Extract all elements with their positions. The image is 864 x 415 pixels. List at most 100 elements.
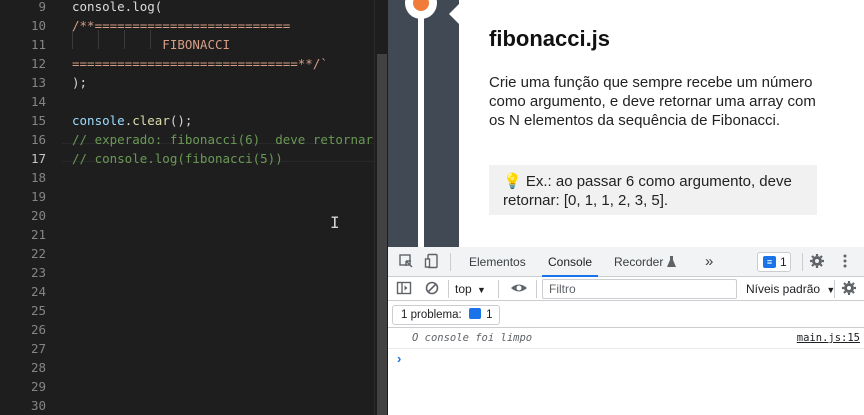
line-number: 15 — [30, 113, 46, 128]
code-editor[interactable]: 9 10 11 12 13 14 15 16 17 18 19 20 21 22 23 24 25 26 27 28 2… — [0, 0, 388, 415]
line-number: 17 — [30, 151, 46, 166]
issues-label: 1 problema: — [401, 309, 462, 321]
timeline-rail — [418, 0, 424, 247]
toolbar-divider — [834, 280, 835, 298]
tab-console[interactable]: Console — [542, 247, 599, 277]
timeline-node-dot — [411, 0, 431, 13]
live-expression-eye-icon[interactable] — [510, 280, 528, 298]
code-line: console.clear(); — [72, 111, 192, 130]
code-token: ); — [72, 75, 88, 90]
exercise-title: fibonacci.js — [489, 26, 611, 51]
code-token: /**========================== — [72, 18, 291, 33]
devtools-tabbar: Elementos Console Recorder » ≡ 1 — [388, 247, 864, 277]
line-number: 10 — [30, 18, 46, 33]
code-line: FIBONACCI — [72, 35, 230, 54]
code-token: // experado: fibonacci(6) deve retornar … — [72, 132, 388, 147]
code-line: console.log( — [72, 0, 162, 16]
device-toolbar-icon[interactable] — [423, 253, 441, 271]
message-icon — [468, 308, 481, 319]
messages-badge[interactable]: ≡ 1 — [757, 252, 791, 272]
console-message-source-link[interactable]: main.js:15 — [797, 332, 860, 344]
sidebar-toggle-icon[interactable] — [395, 280, 413, 298]
line-number: 16 — [30, 132, 46, 147]
code-token: FIBONACCI — [72, 37, 231, 52]
line-number: 27 — [30, 341, 46, 356]
code-line: ); — [72, 73, 87, 92]
message-icon: ≡ — [763, 256, 776, 268]
line-number: 18 — [30, 170, 46, 185]
text-cursor-icon: I — [330, 213, 340, 232]
preview-pane: fibonacci.js Crie uma função que sempre … — [388, 0, 864, 247]
tab-recorder-label: Recorder — [614, 255, 664, 269]
line-number: 21 — [30, 227, 46, 242]
tab-recorder[interactable]: Recorder — [608, 247, 682, 277]
line-number: 9 — [38, 0, 46, 14]
editor-scrollbar[interactable] — [374, 0, 388, 415]
context-value: top — [455, 282, 472, 296]
exercise-example: 💡 Ex.: ao passar 6 como argumento, deve … — [489, 165, 817, 215]
line-number: 14 — [30, 94, 46, 109]
filter-input[interactable] — [542, 279, 737, 299]
line-number: 20 — [30, 208, 46, 223]
example-text: Ex.: ao passar 6 como argumento, deve re… — [503, 173, 792, 209]
console-toolbar: top ▼ Níveis padrão ▼ — [388, 277, 864, 301]
message-count: 1 — [780, 255, 787, 269]
issues-bar: 1 problema: 1 — [388, 302, 864, 328]
line-number: 19 — [30, 189, 46, 204]
indent-guide — [72, 30, 73, 49]
lightbulb-icon: 💡 — [503, 173, 522, 190]
code-token: (); — [169, 113, 193, 128]
exercise-card: fibonacci.js Crie uma função que sempre … — [459, 0, 864, 247]
console-message-text: O console foi limpo — [412, 332, 533, 344]
inspect-element-icon[interactable] — [397, 253, 415, 271]
code-token: console — [72, 113, 125, 128]
code-line: // experado: fibonacci(6) deve retornar … — [72, 130, 388, 149]
more-tabs-icon[interactable]: » — [699, 247, 719, 277]
line-number: 30 — [30, 398, 46, 413]
toolbar-divider — [498, 280, 499, 298]
line-number: 25 — [30, 303, 46, 318]
line-number: 13 — [30, 75, 46, 90]
issues-button[interactable]: 1 problema: 1 — [392, 305, 500, 325]
toolbar-divider — [802, 253, 803, 271]
gear-icon[interactable] — [808, 253, 826, 271]
code-token: ==============================**/` — [72, 56, 328, 71]
tab-elements[interactable]: Elementos — [463, 247, 532, 277]
line-number: 26 — [30, 322, 46, 337]
line-number: 29 — [30, 379, 46, 394]
editor-scrollbar-thumb[interactable] — [377, 54, 387, 415]
line-number: 24 — [30, 284, 46, 299]
toolbar-divider — [450, 253, 451, 271]
timeline-node — [405, 0, 437, 19]
context-select[interactable]: top ▼ — [455, 279, 486, 299]
clear-console-icon[interactable] — [423, 280, 441, 298]
code-token: clear — [132, 113, 170, 128]
indent-guide — [124, 30, 125, 49]
line-number: 22 — [30, 246, 46, 261]
log-levels-label: Níveis padrão — [746, 282, 821, 296]
log-levels-select[interactable]: Níveis padrão ▼ — [746, 279, 835, 299]
code-line: ==============================**/` — [72, 54, 328, 73]
console-message-row: O console foi limpo main.js:15 — [388, 329, 864, 349]
issues-count: 1 — [486, 309, 493, 321]
devtools-panel: Elementos Console Recorder » ≡ 1 top ▼ F… — [388, 247, 864, 415]
console-prompt-icon[interactable]: › — [397, 351, 401, 366]
code-token: // console.log(fibonacci(5)) — [72, 151, 283, 166]
line-number: 28 — [30, 360, 46, 375]
line-number: 23 — [30, 265, 46, 280]
more-options-icon[interactable] — [836, 253, 854, 271]
console-settings-gear-icon[interactable] — [840, 280, 858, 298]
flask-icon — [666, 248, 676, 278]
code-line: /**========================== — [72, 16, 290, 35]
line-number: 11 — [30, 37, 46, 52]
line-number-gutter: 9 10 11 12 13 14 15 16 17 18 19 20 21 22 23 24 25 26 27 28 2… — [0, 0, 62, 415]
indent-guide — [150, 30, 151, 49]
exercise-description: Crie uma função que sempre recebe um núm… — [489, 74, 816, 129]
caret-down-icon: ▼ — [477, 285, 486, 295]
card-pointer — [449, 4, 459, 24]
toolbar-divider — [448, 280, 449, 298]
code-line: // console.log(fibonacci(5)) — [72, 149, 283, 168]
code-area[interactable]: console.log( /**=========================… — [62, 0, 388, 415]
toolbar-divider — [536, 280, 537, 298]
indent-guide — [98, 30, 99, 49]
